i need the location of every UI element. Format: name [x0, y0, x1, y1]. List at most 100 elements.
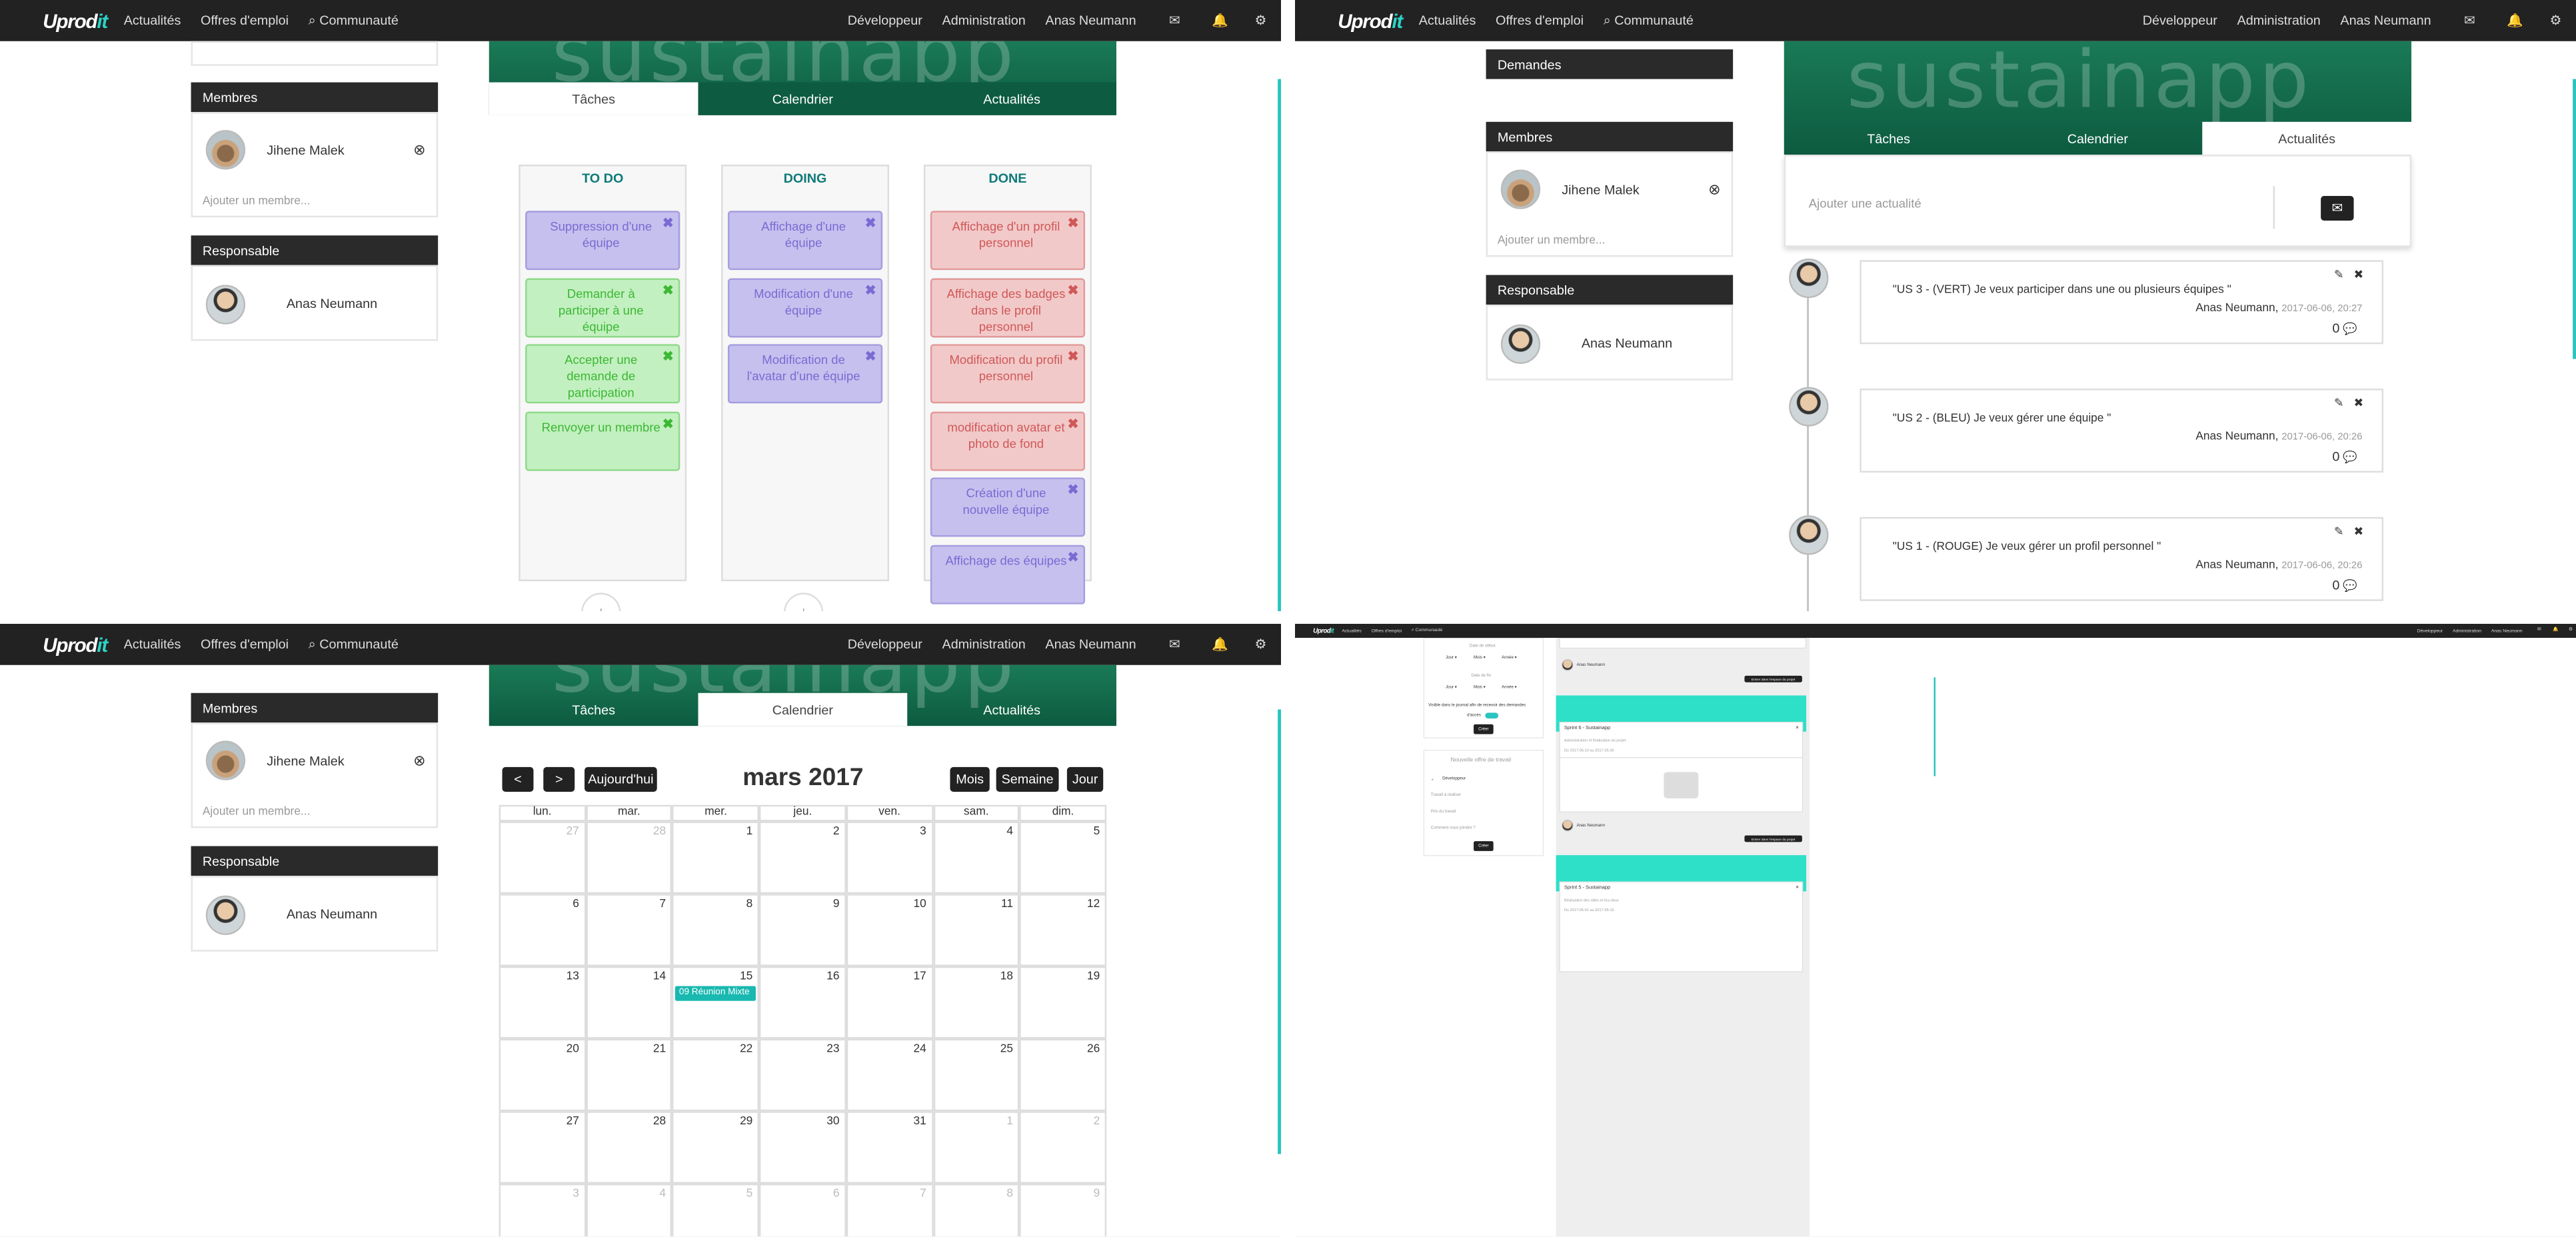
edit-icon[interactable]: ✎ — [2334, 525, 2344, 539]
calendar-day[interactable]: 9 — [759, 894, 846, 966]
task-card[interactable]: Demander à participer à une équipe ✖ — [525, 277, 680, 337]
calendar-day[interactable]: 24 — [846, 1038, 933, 1112]
tab-taches[interactable]: Tâches — [1784, 122, 1993, 155]
calendar-day[interactable]: 6 — [759, 1183, 846, 1237]
calendar-day[interactable]: 6 — [499, 894, 586, 966]
calendar-day[interactable]: 5 — [672, 1183, 760, 1237]
calendar-day[interactable]: 10 — [846, 894, 933, 966]
today-button[interactable]: Aujourd'hui — [585, 766, 657, 792]
nav-developpeur[interactable]: Développeur — [848, 637, 922, 652]
logo[interactable]: Uprodit — [1338, 9, 1403, 33]
tab-actualites[interactable]: Actualités — [2202, 121, 2411, 155]
nav-administration[interactable]: Administration — [2237, 13, 2321, 28]
nav-developpeur[interactable]: Développeur — [848, 13, 922, 28]
comment-count[interactable]: 0 💬 — [2332, 578, 2357, 593]
nav-actualites[interactable]: Actualités — [1342, 628, 1361, 633]
logo[interactable]: Uprodit — [43, 633, 108, 656]
delete-task-icon[interactable]: ✖ — [662, 283, 674, 299]
remove-member-icon[interactable]: ⊗ — [413, 752, 426, 770]
nav-actualites[interactable]: Actualités — [124, 637, 181, 652]
calendar-day[interactable]: 13 — [499, 966, 586, 1039]
nav-actualites[interactable]: Actualités — [1419, 13, 1476, 28]
mois-select-2[interactable]: Mois ▾ — [1474, 684, 1486, 689]
bell-icon[interactable]: 🔔 — [1212, 636, 1228, 653]
add-task-button[interactable]: + — [581, 593, 621, 611]
close-icon[interactable]: × — [1796, 725, 1799, 731]
delete-task-icon[interactable]: ✖ — [1068, 216, 1079, 233]
calendar-day[interactable]: 19 — [1019, 966, 1107, 1039]
comment-count[interactable]: 0 💬 — [2332, 321, 2357, 336]
add-member-input[interactable]: Ajouter un membre... — [1498, 235, 1606, 247]
calendar-day[interactable]: 17 — [846, 966, 933, 1039]
nav-user[interactable]: Anas Neumann — [2340, 13, 2431, 28]
calendar-day[interactable]: 8 — [672, 894, 760, 966]
kanban-column-title[interactable]: TO DO — [521, 171, 685, 186]
tab-actualites[interactable]: Actualités — [907, 693, 1116, 726]
comment-icon[interactable]: ✉ — [2321, 195, 2354, 221]
calendar-day[interactable]: 29 — [672, 1111, 760, 1184]
add-task-button[interactable]: + — [783, 593, 824, 611]
nav-administration[interactable]: Administration — [942, 13, 1026, 28]
view-week-button[interactable]: Semaine — [996, 766, 1059, 792]
calendar-day[interactable]: 4 — [585, 1183, 672, 1237]
news-input[interactable]: Ajouter une actualité — [1809, 196, 1922, 211]
nav-developpeur[interactable]: Développeur — [2417, 628, 2443, 633]
edit-icon[interactable]: ✎ — [2334, 269, 2344, 281]
nav-communaute[interactable]: ⌕ Communauté — [309, 636, 399, 653]
calendar-day[interactable]: 22 — [672, 1038, 760, 1112]
tab-calendrier[interactable]: Calendrier — [698, 82, 908, 115]
gear-icon[interactable]: ⚙ — [1255, 636, 1272, 653]
add-member-input[interactable]: Ajouter un membre... — [203, 806, 311, 818]
comment-count[interactable]: 0 💬 — [2332, 449, 2357, 464]
nav-communaute[interactable]: ⌕ Communauté — [1604, 13, 1694, 29]
calendar-day[interactable]: 26 — [1019, 1038, 1107, 1112]
remove-member-icon[interactable]: ⊗ — [1708, 181, 1721, 199]
job-field-prix[interactable]: Prix du travail — [1431, 809, 1456, 814]
task-card[interactable]: Modification de l'avatar d'une équipe ✖ — [727, 344, 883, 404]
task-card[interactable]: Accepter une demande de participation ✖ — [525, 344, 680, 404]
calendar-day[interactable]: 2 — [759, 821, 846, 894]
calendar-event[interactable]: 09 Réunion Mixte — [675, 986, 756, 1001]
nav-actualites[interactable]: Actualités — [124, 13, 181, 28]
delete-task-icon[interactable]: ✖ — [662, 216, 674, 233]
delete-task-icon[interactable]: ✖ — [1068, 416, 1079, 433]
nav-offres[interactable]: Offres d'emploi — [1372, 628, 1402, 633]
scrollbar[interactable] — [1933, 677, 1935, 776]
delete-task-icon[interactable]: ✖ — [1068, 283, 1079, 299]
calendar-day[interactable]: 1 — [672, 821, 760, 894]
kanban-column-title[interactable]: DOING — [723, 171, 888, 186]
delete-task-icon[interactable]: ✖ — [1068, 349, 1079, 366]
calendar-day[interactable]: 27 — [499, 821, 586, 894]
calendar-day[interactable]: 16 — [759, 966, 846, 1039]
calendar-day[interactable]: 14 — [585, 966, 672, 1039]
task-card[interactable]: Suppression d'une équipe ✖ — [525, 211, 680, 271]
gear-icon[interactable]: ⚙ — [2550, 13, 2567, 29]
tab-calendrier[interactable]: Calendrier — [698, 692, 908, 726]
task-card[interactable]: Affichage d'une équipe ✖ — [727, 211, 883, 271]
nav-offres[interactable]: Offres d'emploi — [1496, 13, 1584, 28]
jour-select-1[interactable]: Jour ▾ — [1446, 655, 1457, 660]
nav-user[interactable]: Anas Neumann — [2491, 628, 2523, 633]
calendar-day[interactable]: 21 — [585, 1038, 672, 1112]
remove-member-icon[interactable]: ⊗ — [413, 141, 426, 159]
logo[interactable]: Uprodit — [43, 9, 108, 33]
job-field-travail[interactable]: Travail à réaliser — [1431, 792, 1461, 797]
tab-taches[interactable]: Tâches — [489, 82, 698, 115]
job-category-select[interactable]: Développeur — [1442, 776, 1466, 781]
calendar-day[interactable]: 3 — [499, 1183, 586, 1237]
close-icon[interactable]: × — [1796, 885, 1799, 891]
calendar-day[interactable]: 18 — [932, 966, 1020, 1039]
view-day-button[interactable]: Jour — [1066, 766, 1104, 792]
nav-communaute[interactable]: ⌕ Communauté — [1412, 628, 1443, 634]
calendar-day[interactable]: 11 — [932, 894, 1020, 966]
bell-icon[interactable]: 🔔 — [1212, 13, 1228, 29]
calendar-day[interactable]: 30 — [759, 1111, 846, 1184]
task-card[interactable]: Modification d'une équipe ✖ — [727, 277, 883, 337]
delete-icon[interactable]: ✖ — [2354, 525, 2364, 539]
next-month-button[interactable]: > — [543, 766, 575, 792]
calendar-day[interactable]: 8 — [932, 1183, 1020, 1237]
nav-developpeur[interactable]: Développeur — [2143, 13, 2217, 28]
calendar-day[interactable]: 23 — [759, 1038, 846, 1112]
logo[interactable]: Uprodit — [1313, 627, 1334, 634]
mail-icon[interactable]: ✉ — [1169, 636, 1186, 653]
